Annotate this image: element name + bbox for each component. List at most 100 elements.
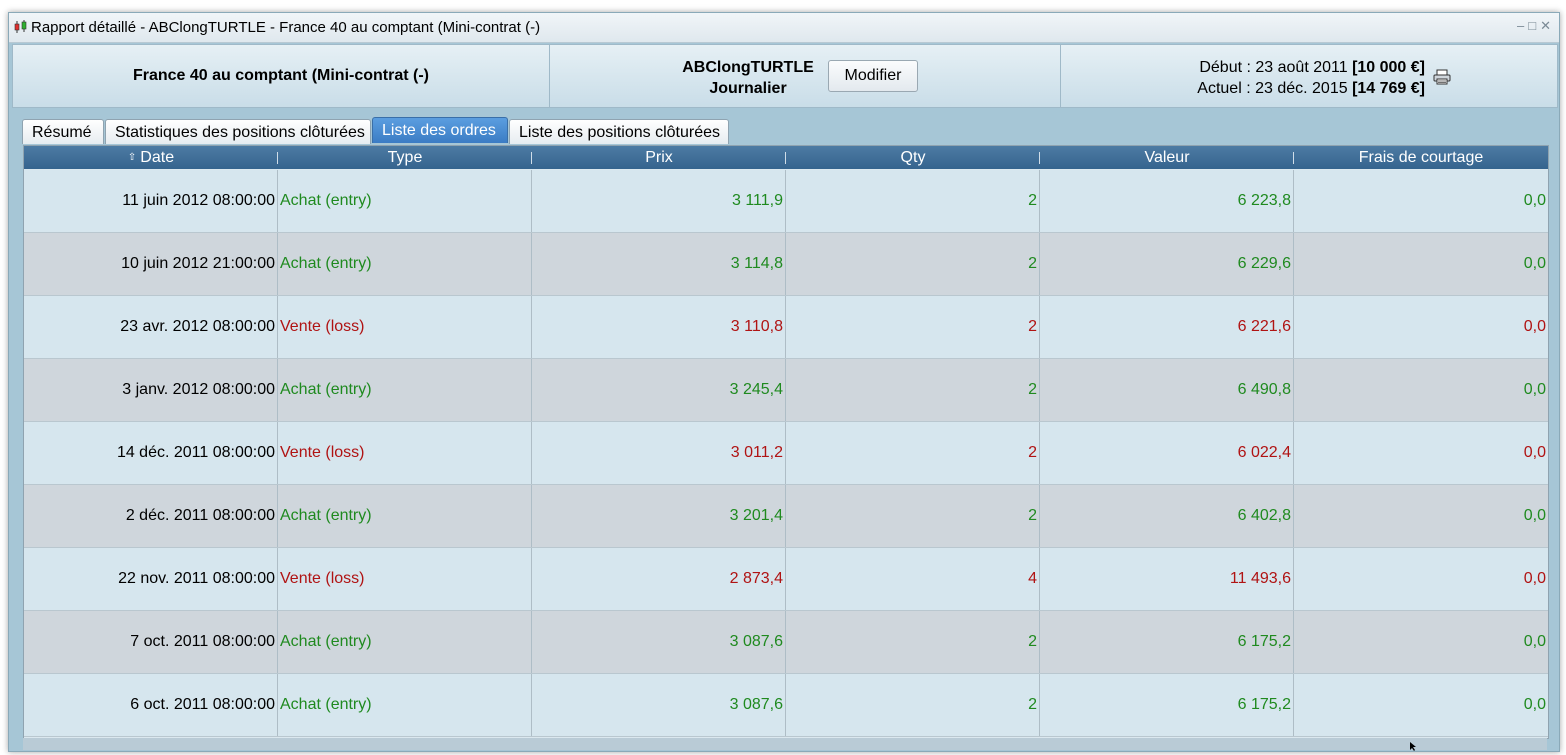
cell-date: 11 juin 2012 08:00:00 [24,170,278,232]
strategy-info: ABClongTURTLE Journalier [673,57,823,99]
tab-resume[interactable]: Résumé [22,119,104,144]
table-row[interactable]: 14 déc. 2011 08:00:00 Vente (loss) 3 011,2… [24,422,1548,485]
column-header-value[interactable]: Valeur [1040,146,1294,169]
cell-type: Achat (entry) [278,170,532,232]
cell-price: 3 087,6 [532,674,786,736]
close-icon[interactable]: ✕ [1540,18,1553,33]
table-row[interactable]: 11 juin 2012 08:00:00 Achat (entry) 3 111,… [24,170,1548,233]
cell-date: 10 juin 2012 21:00:00 [24,233,278,295]
orders-table: ⇧ Date Type Prix Qty Valeur Frais de cour… [23,145,1549,739]
cell-price: 3 110,8 [532,296,786,358]
cell-value: 6 175,2 [1040,611,1294,673]
column-header-price[interactable]: Prix [532,146,786,169]
cell-date: 23 avr. 2012 08:00:00 [24,296,278,358]
window-title: Rapport détaillé - ABClongTURTLE - Franc… [31,19,541,36]
start-date: Début : 23 août 2011 [1199,59,1348,76]
report-header: France 40 au comptant (Mini-contrat (-) … [12,44,1558,108]
cell-type: Achat (entry) [278,485,532,547]
column-header-qty[interactable]: Qty [786,146,1040,169]
cell-date: 22 nov. 2011 08:00:00 [24,548,278,610]
cell-type: Achat (entry) [278,674,532,736]
current-capital: [14 769 €] [1352,80,1425,97]
start-capital: [10 000 €] [1352,59,1425,76]
cell-price: 2 873,4 [532,548,786,610]
column-header-fees[interactable]: Frais de courtage [1294,146,1548,169]
cell-value: 6 229,6 [1040,233,1294,295]
cell-type: Achat (entry) [278,359,532,421]
table-header: ⇧ Date Type Prix Qty Valeur Frais de cour… [24,146,1548,169]
cell-price: 3 087,6 [532,611,786,673]
cell-value: 6 402,8 [1040,485,1294,547]
cell-price: 3 245,4 [532,359,786,421]
cell-qty: 2 [786,422,1040,484]
table-row[interactable]: 22 nov. 2011 08:00:00 Vente (loss) 2 873,4… [24,548,1548,611]
cell-type: Vente (loss) [278,422,532,484]
cell-fees: 0,0 [1523,192,1546,209]
strategy-name: ABClongTURTLE [682,59,814,76]
cell-fees: 0,0 [1523,696,1546,713]
header-divider [549,45,550,107]
cell-qty: 2 [786,233,1040,295]
column-header-date[interactable]: ⇧ Date [24,146,278,169]
cell-fees: 0,0 [1523,570,1546,587]
table-row[interactable]: 2 déc. 2011 08:00:00 Achat (entry) 3 201,4… [24,485,1548,548]
column-header-type[interactable]: Type [278,146,532,169]
table-row[interactable]: 23 avr. 2012 08:00:00 Vente (loss) 3 110,8… [24,296,1548,359]
cell-price: 3 011,2 [532,422,786,484]
sort-asc-icon: ⇧ [127,152,137,163]
cell-type: Achat (entry) [278,611,532,673]
app-candlestick-icon [14,20,27,33]
cell-type: Vente (loss) [278,548,532,610]
tab-order-list[interactable]: Liste des ordres [372,117,508,143]
current-date: Actuel : 23 déc. 2015 [1197,80,1348,97]
cell-price: 3 201,4 [532,485,786,547]
tab-closed-positions[interactable]: Liste des positions clôturées [509,119,729,144]
cell-fees: 0,0 [1523,318,1546,335]
cell-type: Achat (entry) [278,233,532,295]
cell-type: Vente (loss) [278,296,532,358]
cell-qty: 2 [786,296,1040,358]
cell-value: 6 175,2 [1040,674,1294,736]
cell-qty: 2 [786,170,1040,232]
table-row[interactable]: 7 oct. 2011 08:00:00 Achat (entry) 3 087,6… [24,611,1548,674]
report-window: Rapport détaillé - ABClongTURTLE - Franc… [8,12,1560,752]
table-row[interactable]: 3 janv. 2012 08:00:00 Achat (entry) 3 245,… [24,359,1548,422]
cell-date: 7 oct. 2011 08:00:00 [24,611,278,673]
cell-fees: 0,0 [1523,381,1546,398]
cell-qty: 2 [786,359,1040,421]
cell-qty: 2 [786,674,1040,736]
horizontal-scrollbar[interactable] [23,738,1547,750]
maximize-icon[interactable]: □ [1528,18,1538,33]
table-row[interactable]: 6 oct. 2011 08:00:00 Achat (entry) 3 087,6… [24,674,1548,737]
instrument-name: France 40 au comptant (Mini-contrat (-) [132,67,430,84]
cell-value: 11 493,6 [1040,548,1294,610]
cell-price: 3 114,8 [532,233,786,295]
cell-date: 14 déc. 2011 08:00:00 [24,422,278,484]
header-divider [1060,45,1061,107]
cell-value: 6 490,8 [1040,359,1294,421]
cell-fees: 0,0 [1523,507,1546,524]
cell-qty: 2 [786,485,1040,547]
table-row[interactable]: 10 juin 2012 21:00:00 Achat (entry) 3 114,… [24,233,1548,296]
modify-button[interactable]: Modifier [828,60,918,92]
cell-qty: 4 [786,548,1040,610]
minimize-icon[interactable]: – [1517,18,1526,33]
cell-fees: 0,0 [1523,444,1546,461]
cell-price: 3 111,9 [532,170,786,232]
cell-date: 3 janv. 2012 08:00:00 [24,359,278,421]
cell-value: 6 221,6 [1040,296,1294,358]
equity-dates: Début : 23 août 2011 [10 000 €] Actuel :… [1073,57,1425,99]
strategy-timeframe: Journalier [709,80,787,97]
cell-qty: 2 [786,611,1040,673]
title-bar[interactable]: Rapport détaillé - ABClongTURTLE - Franc… [9,13,1559,43]
tab-statistics[interactable]: Statistiques des positions clôturées [105,119,371,144]
mouse-cursor-icon [1410,742,1416,751]
cell-value: 6 223,8 [1040,170,1294,232]
cell-date: 2 déc. 2011 08:00:00 [24,485,278,547]
cell-value: 6 022,4 [1040,422,1294,484]
printer-icon[interactable] [1433,69,1451,85]
cell-fees: 0,0 [1523,255,1546,272]
cell-fees: 0,0 [1523,633,1546,650]
cell-date: 6 oct. 2011 08:00:00 [24,674,278,736]
window-controls: – □ ✕ [1515,18,1553,34]
